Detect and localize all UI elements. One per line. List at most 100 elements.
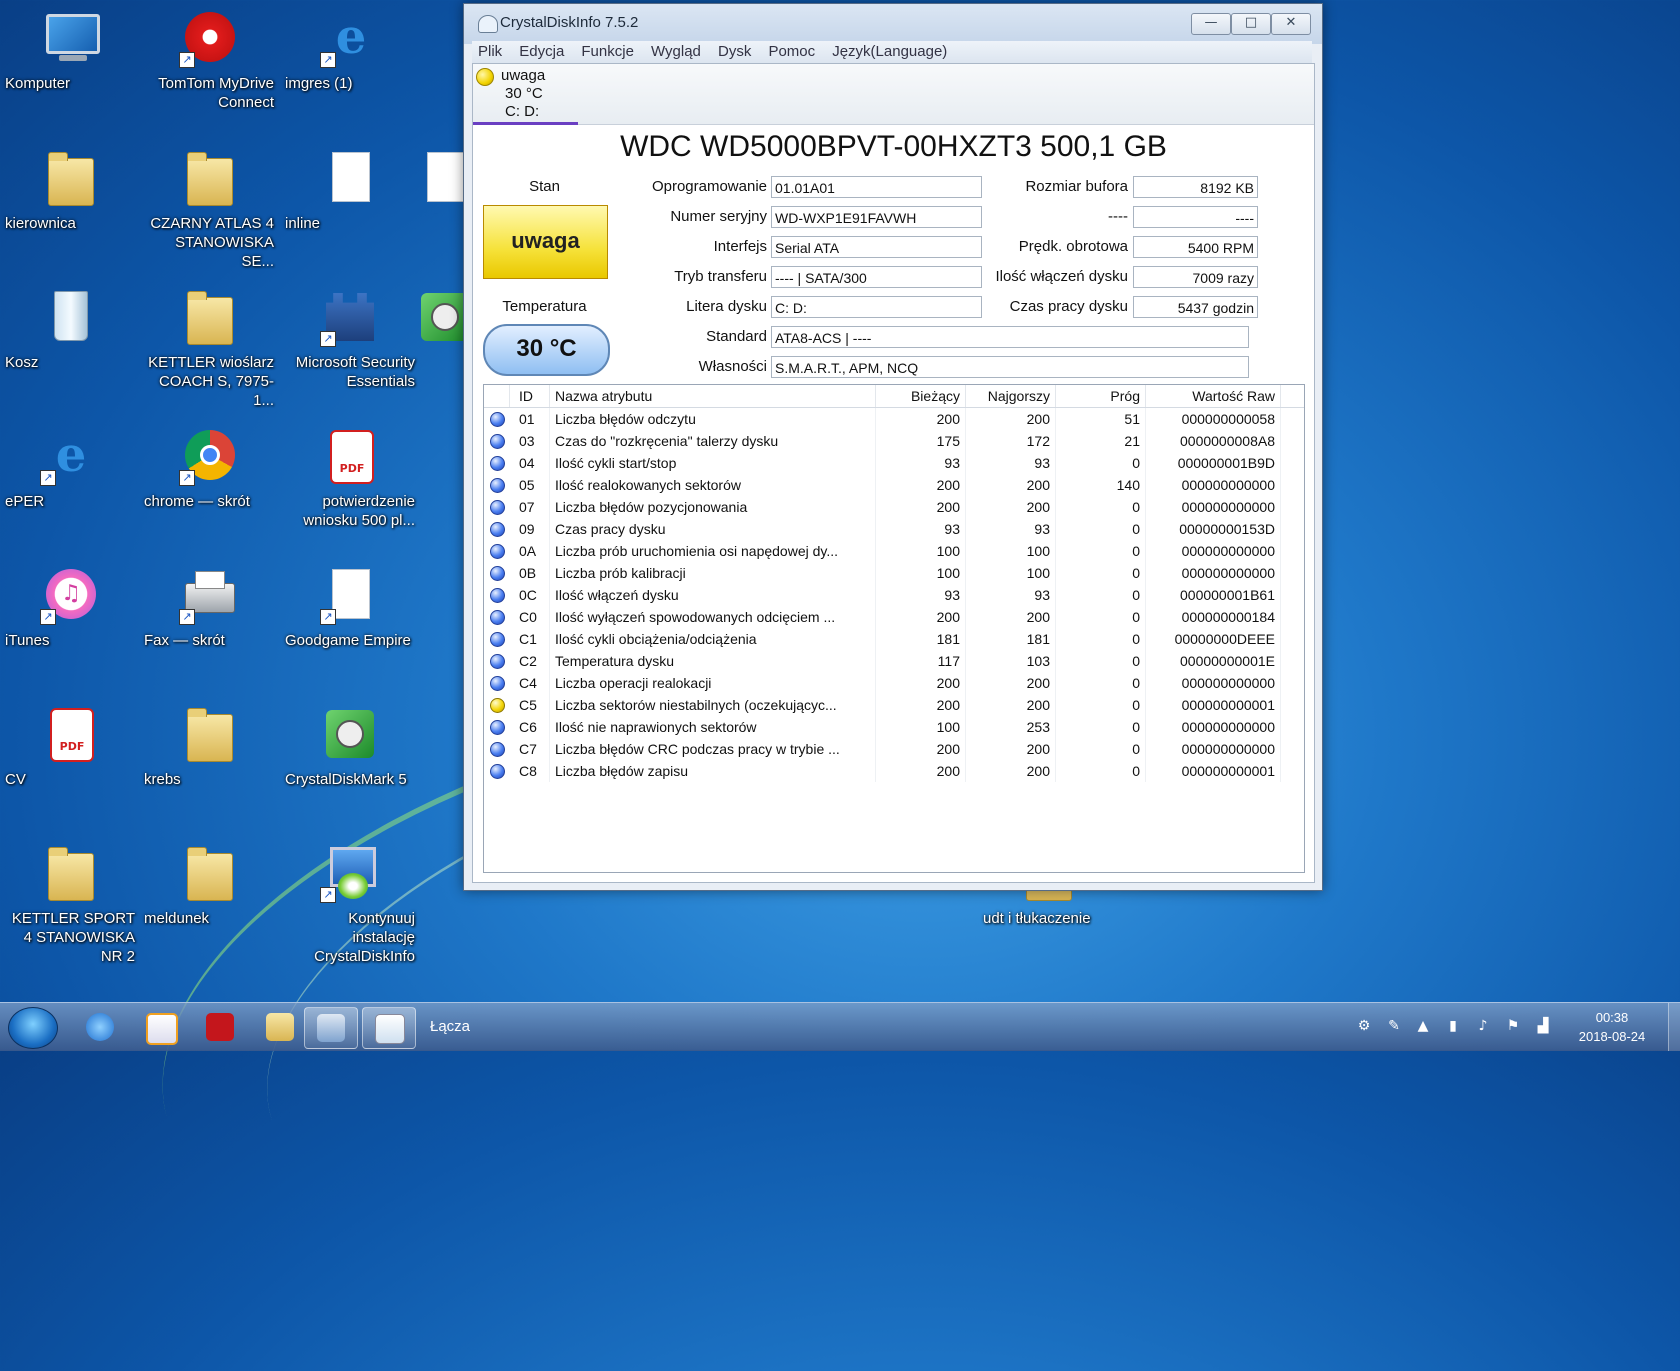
header-raw[interactable]: Wartość Raw — [1146, 385, 1281, 407]
table-row[interactable]: 09 Czas pracy dysku 93 93 0 00000000153D — [484, 518, 1304, 540]
standard-label: Standard — [706, 328, 767, 345]
menu-language[interactable]: Język(Language) — [826, 41, 953, 63]
header-worst[interactable]: Najgorszy — [966, 385, 1056, 407]
header-status-col — [484, 385, 510, 407]
desktop-icon[interactable]: e ↗ imgres (1) — [285, 8, 415, 92]
desktop-icon[interactable]: ♫ ↗ iTunes — [5, 565, 135, 649]
smart-threshold: 0 — [1056, 540, 1146, 562]
desktop-icon[interactable]: ↗ chrome — skrót — [144, 426, 274, 510]
window-title: CrystalDiskInfo 7.5.2 — [500, 14, 639, 31]
menu-pomoc[interactable]: Pomoc — [762, 41, 821, 63]
desktop-icon-label: kierownica — [5, 215, 76, 232]
smart-id: C0 — [510, 606, 550, 628]
usb-tray-icon[interactable]: ✎ — [1385, 1017, 1403, 1035]
menu-wyglad[interactable]: Wygląd — [645, 41, 707, 63]
network-tray-icon[interactable]: ⚙ — [1355, 1017, 1373, 1035]
desktop-icon-label: potwierdzenie wniosku 500 pl... — [303, 493, 415, 529]
taskbar-ie-button[interactable] — [74, 1007, 126, 1047]
drive-tab[interactable]: uwaga 30 °C C: D: — [473, 64, 578, 125]
table-row[interactable]: 0C Ilość włączeń dysku 93 93 0 000000001B61 — [484, 584, 1304, 606]
action-center-flag-icon[interactable]: ⚑ — [1504, 1017, 1522, 1035]
close-button[interactable]: ✕ — [1271, 13, 1311, 35]
rotation-rate-field: 5400 RPM — [1133, 236, 1258, 258]
smart-name: Liczba operacji realokacji — [550, 672, 876, 694]
table-row[interactable]: C0 Ilość wyłączeń spowodowanych odcięciem… — [484, 606, 1304, 628]
minimize-button[interactable]: — — [1191, 13, 1231, 35]
table-row[interactable]: C6 Ilość nie naprawionych sektorów 100 253 0… — [484, 716, 1304, 738]
battery-tray-icon[interactable]: ▮ — [1444, 1017, 1462, 1035]
desktop-icon[interactable]: inline — [285, 148, 415, 232]
smart-raw: 000000000000 — [1146, 540, 1281, 562]
desktop-icon[interactable]: CZARNY ATLAS 4 STANOWISKA SE... — [144, 148, 274, 270]
table-row[interactable]: C5 Liczba sektorów niestabilnych (oczekuj… — [484, 694, 1304, 716]
desktop-icon[interactable]: meldunek — [144, 843, 274, 927]
desktop-icon[interactable]: ↗ Kontynuuj instalację CrystalDiskInfo — [285, 843, 415, 965]
links-toolbar-label[interactable]: Łącza — [430, 1018, 470, 1035]
folder-icon — [179, 148, 239, 208]
update-tray-icon[interactable]: ▲ — [1414, 1017, 1432, 1035]
smart-id: 0C — [510, 584, 550, 606]
smart-current: 200 — [876, 474, 966, 496]
taskbar-explorer-button[interactable] — [254, 1007, 306, 1047]
header-current[interactable]: Bieżący — [876, 385, 966, 407]
start-button[interactable] — [8, 1007, 58, 1049]
header-name[interactable]: Nazwa atrybutu — [550, 385, 876, 407]
taskbar-acrobat-button[interactable] — [194, 1007, 246, 1047]
features-field: S.M.A.R.T., APM, NCQ — [771, 356, 1249, 378]
crystaldiskmark-icon — [320, 704, 380, 764]
menu-funkcje[interactable]: Funkcje — [575, 41, 640, 63]
drive-letter-field: C: D: — [771, 296, 982, 318]
folder-icon — [179, 843, 239, 903]
table-row[interactable]: C8 Liczba błędów zapisu 200 200 0 00000000000… — [484, 760, 1304, 782]
table-row[interactable]: C2 Temperatura dysku 117 103 0 00000000001E — [484, 650, 1304, 672]
desktop-icon[interactable]: ↗ TomTom MyDrive Connect — [144, 8, 274, 111]
desktop-icon[interactable]: krebs — [144, 704, 274, 788]
desktop-icon[interactable]: Komputer — [5, 8, 135, 92]
smart-threshold: 0 — [1056, 518, 1146, 540]
table-row[interactable]: 04 Ilość cykli start/stop 93 93 0 000000001B9… — [484, 452, 1304, 474]
good-status-icon — [490, 720, 505, 735]
rotation-rate-label: Prędk. obrotowa — [1018, 238, 1128, 255]
desktop-icon[interactable]: ↗ Goodgame Empire — [285, 565, 415, 649]
menu-dysk[interactable]: Dysk — [712, 41, 757, 63]
volume-tray-icon[interactable]: ♪ — [1474, 1017, 1492, 1035]
table-row[interactable]: 03 Czas do "rozkręcenia" talerzy dysku 175… — [484, 430, 1304, 452]
table-row[interactable]: 01 Liczba błędów odczytu 200 200 51 000000000… — [484, 408, 1304, 430]
desktop-icon[interactable]: PDF potwierdzenie wniosku 500 pl... — [285, 426, 415, 529]
menu-plik[interactable]: Plik — [472, 41, 508, 63]
health-status-button[interactable]: uwaga — [483, 205, 608, 279]
desktop-icon[interactable]: Kosz — [5, 287, 135, 371]
signal-tray-icon[interactable]: ▟ — [1534, 1017, 1552, 1035]
table-row[interactable]: 0B Liczba prób kalibracji 100 100 0 000000000… — [484, 562, 1304, 584]
header-id[interactable]: ID — [510, 385, 550, 407]
taskbar-media-button[interactable] — [134, 1007, 186, 1047]
taskbar-paint-button[interactable] — [362, 1007, 416, 1049]
system-clock[interactable]: 00:38 2018-08-24 — [1570, 1008, 1654, 1046]
good-status-icon — [490, 522, 505, 537]
table-row[interactable]: C1 Ilość cykli obciążenia/odciążenia 181 18… — [484, 628, 1304, 650]
taskbar-crystaldiskinfo-button[interactable] — [304, 1007, 358, 1049]
desktop-icon[interactable]: KETTLER wioślarz COACH S, 7975-1... — [144, 287, 274, 409]
table-row[interactable]: C7 Liczba błędów CRC podczas pracy w tryb… — [484, 738, 1304, 760]
table-row[interactable]: 0A Liczba prób uruchomienia osi napędowej… — [484, 540, 1304, 562]
menu-edycja[interactable]: Edycja — [513, 41, 570, 63]
table-row[interactable]: 07 Liczba błędów pozycjonowania 200 200 0 000… — [484, 496, 1304, 518]
header-threshold[interactable]: Próg — [1056, 385, 1146, 407]
power-on-count-label: Ilość włączeń dysku — [995, 268, 1128, 285]
folder-icon — [179, 287, 239, 347]
temperature-button[interactable]: 30 °C — [483, 324, 610, 376]
desktop-icon[interactable]: ↗ Microsoft Security Essentials — [285, 287, 415, 390]
desktop-icon[interactable]: ↗ Fax — skrót — [144, 565, 274, 649]
table-row[interactable]: 05 Ilość realokowanych sektorów 200 200 140 0… — [484, 474, 1304, 496]
smart-raw: 000000001B9D — [1146, 452, 1281, 474]
show-desktop-button[interactable] — [1668, 1003, 1680, 1051]
maximize-button[interactable]: □ — [1231, 13, 1271, 35]
smart-attributes-table[interactable]: ID Nazwa atrybutu Bieżący Najgorszy Próg… — [483, 384, 1305, 873]
desktop-icon[interactable]: kierownica — [5, 148, 135, 232]
desktop-icon[interactable]: CrystalDiskMark 5 — [285, 704, 415, 788]
desktop-icon[interactable]: KETTLER SPORT 4 STANOWISKA NR 2 — [5, 843, 135, 965]
table-row[interactable]: C4 Liczba operacji realokacji 200 200 0 00000… — [484, 672, 1304, 694]
title-bar[interactable]: CrystalDiskInfo 7.5.2 — □ ✕ — [464, 4, 1322, 44]
desktop-icon[interactable]: e ↗ ePER — [5, 426, 135, 510]
desktop-icon[interactable]: PDF CV — [5, 704, 135, 788]
